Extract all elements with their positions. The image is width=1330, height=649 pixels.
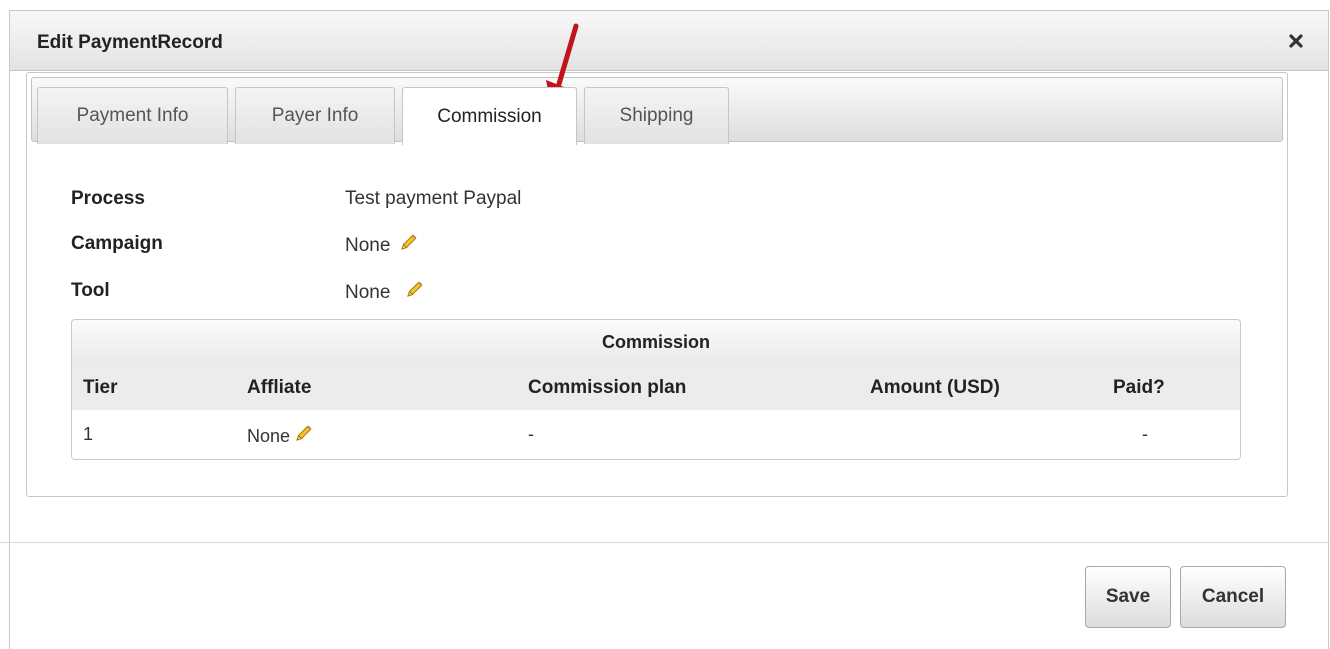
tab-panel: Payment Info Payer Info Commission Shipp… bbox=[26, 72, 1288, 497]
process-value-text: Test payment Paypal bbox=[345, 188, 522, 209]
column-header-tier: Tier bbox=[83, 377, 118, 398]
tool-value: None bbox=[345, 280, 424, 306]
pencil-icon[interactable] bbox=[293, 424, 313, 449]
dialog-titlebar[interactable]: Edit PaymentRecord bbox=[10, 11, 1328, 71]
tab-payment-info[interactable]: Payment Info bbox=[37, 87, 228, 144]
tab-bar: Payment Info Payer Info Commission Shipp… bbox=[31, 77, 1283, 145]
commission-table: Commission Tier Affliate Commission plan… bbox=[71, 319, 1241, 460]
cell-tier: 1 bbox=[83, 424, 94, 444]
campaign-value-text: None bbox=[345, 235, 391, 256]
tool-value-text: None bbox=[345, 282, 391, 303]
table-header-row: Tier Affliate Commission plan Amount (US… bbox=[72, 365, 1240, 410]
pencil-icon[interactable] bbox=[404, 280, 424, 306]
pencil-icon[interactable] bbox=[398, 233, 418, 259]
tab-payer-info[interactable]: Payer Info bbox=[235, 87, 395, 144]
campaign-label: Campaign bbox=[71, 233, 163, 254]
cell-paid: - bbox=[1142, 424, 1148, 444]
process-label: Process bbox=[71, 188, 145, 209]
save-button[interactable]: Save bbox=[1085, 566, 1171, 628]
cell-affiliate-text: None bbox=[247, 426, 291, 446]
campaign-value: None bbox=[345, 233, 418, 259]
process-value: Test payment Paypal bbox=[345, 188, 521, 210]
column-header-amount: Amount (USD) bbox=[870, 377, 1000, 398]
column-header-paid: Paid? bbox=[1113, 377, 1165, 398]
dialog-title: Edit PaymentRecord bbox=[37, 32, 223, 53]
close-icon bbox=[1289, 34, 1303, 48]
table-row: 1 None - - bbox=[72, 410, 1240, 459]
tool-label: Tool bbox=[71, 280, 110, 301]
close-button[interactable] bbox=[1286, 31, 1306, 51]
column-header-commission-plan: Commission plan bbox=[528, 377, 687, 398]
tab-commission[interactable]: Commission bbox=[402, 87, 577, 145]
table-caption: Commission bbox=[72, 320, 1240, 365]
cell-affiliate: None bbox=[247, 424, 313, 449]
cancel-button[interactable]: Cancel bbox=[1180, 566, 1286, 628]
tab-shipping[interactable]: Shipping bbox=[584, 87, 729, 144]
column-header-affiliate: Affliate bbox=[247, 377, 312, 398]
cell-commission-plan: - bbox=[528, 424, 534, 444]
footer-divider bbox=[0, 542, 1330, 543]
